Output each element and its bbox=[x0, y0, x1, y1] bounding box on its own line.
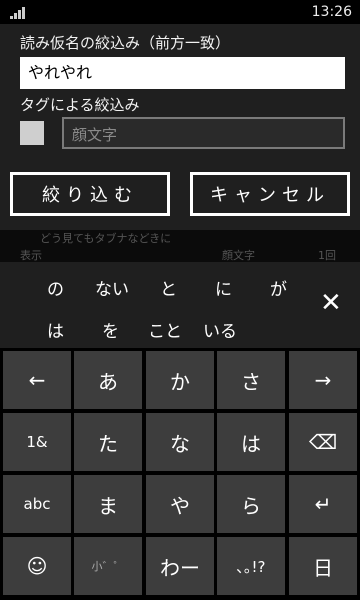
list-item-text: どう見てもタブナなどきに bbox=[40, 232, 172, 245]
backspace-icon[interactable]: ⌫ bbox=[289, 413, 357, 471]
background-list: どう見てもタブナなどきに 表示 顔文字 1回 bbox=[0, 230, 360, 262]
key-sa[interactable]: さ bbox=[217, 351, 285, 409]
filter-dialog: 読み仮名の絞込み（前方一致） やれやれ タグによる絞込み 顔文字 絞り込む キャ… bbox=[0, 24, 360, 230]
list-column-mid: 顔文字 bbox=[222, 249, 255, 262]
language-key[interactable]: 日 bbox=[289, 537, 357, 595]
suggestion-item[interactable]: こと bbox=[148, 317, 182, 342]
tag-filter-checkbox[interactable] bbox=[20, 121, 44, 145]
close-icon[interactable]: ✕ bbox=[320, 288, 342, 318]
suggestion-item[interactable]: が bbox=[270, 275, 287, 300]
dakuten-key[interactable]: 小゛゜ bbox=[74, 537, 142, 595]
clock: 13:26 bbox=[311, 4, 352, 20]
suggestion-item[interactable]: の bbox=[47, 275, 64, 300]
abc-key[interactable]: abc bbox=[3, 475, 71, 533]
apply-filter-button[interactable]: 絞り込む bbox=[10, 172, 170, 216]
symbols-key[interactable]: 1& bbox=[3, 413, 71, 471]
cursor-right-key[interactable]: → bbox=[289, 351, 357, 409]
enter-icon[interactable]: ↵ bbox=[289, 475, 357, 533]
suggestion-item[interactable]: いる bbox=[203, 317, 237, 342]
suggestion-item[interactable]: に bbox=[215, 275, 232, 300]
key-ha[interactable]: は bbox=[217, 413, 285, 471]
kana-filter-input[interactable]: やれやれ bbox=[20, 57, 345, 89]
status-bar: 13:26 bbox=[0, 0, 360, 24]
cancel-button[interactable]: キャンセル bbox=[190, 172, 350, 216]
tag-filter-input[interactable]: 顔文字 bbox=[62, 117, 345, 149]
emoji-icon[interactable]: ☺ bbox=[3, 537, 71, 595]
list-column-left: 表示 bbox=[20, 249, 42, 262]
key-ya[interactable]: や bbox=[146, 475, 214, 533]
list-column-right: 1回 bbox=[318, 249, 336, 262]
key-na[interactable]: な bbox=[146, 413, 214, 471]
signal-icon bbox=[10, 5, 25, 19]
cursor-left-key[interactable]: ← bbox=[3, 351, 71, 409]
kana-filter-label: 読み仮名の絞込み（前方一致） bbox=[20, 34, 231, 52]
key-wa[interactable]: わー bbox=[146, 537, 214, 595]
keyboard: ← あ か さ → 1& た な は ⌫ abc ま や ら ↵ ☺ 小゛゜ わ… bbox=[0, 348, 360, 600]
suggestion-item[interactable]: ない bbox=[95, 275, 129, 300]
key-ra[interactable]: ら bbox=[217, 475, 285, 533]
key-ka[interactable]: か bbox=[146, 351, 214, 409]
suggestion-item[interactable]: は bbox=[47, 317, 64, 342]
punctuation-key[interactable]: ､｡!? bbox=[217, 537, 285, 595]
suggestion-item[interactable]: を bbox=[102, 317, 119, 342]
key-a[interactable]: あ bbox=[74, 351, 142, 409]
key-ta[interactable]: た bbox=[74, 413, 142, 471]
tag-filter-label: タグによる絞込み bbox=[20, 96, 140, 114]
key-ma[interactable]: ま bbox=[74, 475, 142, 533]
suggestion-item[interactable]: と bbox=[160, 275, 177, 300]
suggestion-bar: の ない と に が は を こと いる ✕ bbox=[0, 262, 360, 348]
